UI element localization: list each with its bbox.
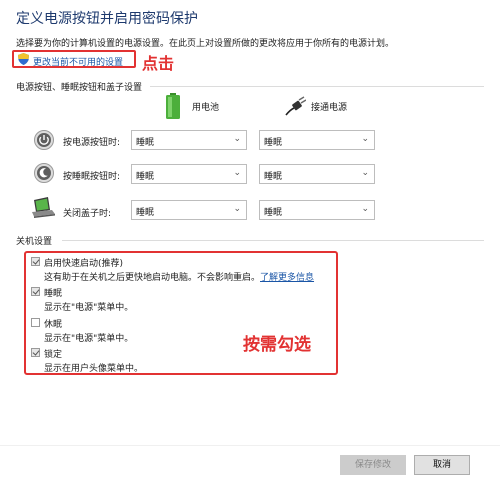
sleep-option-description: 显示在"电源"菜单中。 — [44, 303, 134, 313]
row-label: 按电源按钮时: — [63, 138, 121, 148]
page-description: 选择要为你的计算机设置的电源设置。在此页上对设置所做的更改将应用于你所有的电源计… — [16, 39, 395, 49]
chevron-down-icon: ⌄ — [233, 134, 241, 144]
lid-close-battery-select[interactable]: 睡眠 ⌄ — [131, 200, 247, 220]
chevron-down-icon: ⌄ — [233, 168, 241, 178]
row-label: 关闭盖子时: — [63, 209, 112, 219]
section-divider — [150, 86, 484, 87]
row-label: 按睡眠按钮时: — [63, 172, 121, 182]
power-button-plugged-select[interactable]: 睡眠 ⌄ — [259, 130, 375, 150]
learn-more-link[interactable]: 了解更多信息 — [260, 273, 314, 283]
fast-startup-description: 这有助于在关机之后更快地启动电脑。不会影响重启。了解更多信息 — [44, 273, 315, 283]
power-button-icon — [34, 130, 54, 150]
laptop-lid-icon — [32, 197, 55, 218]
annotation-click-text: 点击 — [142, 54, 175, 73]
sleep-checkbox[interactable] — [31, 287, 40, 296]
chevron-down-icon: ⌄ — [361, 204, 369, 214]
uac-shield-icon — [18, 53, 29, 65]
sleep-button-icon — [34, 163, 54, 183]
hibernate-option-description: 显示在"电源"菜单中。 — [44, 334, 134, 344]
save-changes-button[interactable]: 保存修改 — [340, 455, 406, 475]
footer-divider — [0, 445, 500, 446]
hibernate-checkbox[interactable] — [31, 318, 40, 327]
lock-option-description: 显示在用户头像菜单中。 — [44, 364, 144, 374]
annotation-choose-text: 按需勾选 — [243, 335, 311, 355]
power-button-battery-select[interactable]: 睡眠 ⌄ — [131, 130, 247, 150]
page-title: 定义电源按钮并启用密码保护 — [16, 11, 198, 27]
shutdown-section-label: 关机设置 — [16, 237, 53, 247]
sleep-button-battery-select[interactable]: 睡眠 ⌄ — [131, 164, 247, 184]
chevron-down-icon: ⌄ — [361, 168, 369, 178]
battery-icon — [166, 93, 180, 119]
cancel-button[interactable]: 取消 — [414, 455, 470, 475]
chevron-down-icon: ⌄ — [233, 204, 241, 214]
chevron-down-icon: ⌄ — [361, 134, 369, 144]
col-plugged-label: 接通电源 — [311, 103, 348, 113]
hibernate-option-label: 休眠 — [44, 320, 63, 330]
fast-startup-checkbox[interactable] — [31, 257, 40, 266]
section-divider — [62, 240, 484, 241]
power-section-label: 电源按钮、睡眠按钮和盖子设置 — [16, 83, 143, 93]
fast-startup-label: 启用快速启动(推荐) — [44, 259, 124, 269]
change-unavailable-settings-link[interactable]: 更改当前不可用的设置 — [33, 55, 123, 68]
lock-option-label: 锁定 — [44, 350, 63, 360]
lock-checkbox[interactable] — [31, 348, 40, 357]
sleep-button-plugged-select[interactable]: 睡眠 ⌄ — [259, 164, 375, 184]
plug-icon — [285, 96, 306, 116]
col-battery-label: 用电池 — [192, 103, 220, 113]
lid-close-plugged-select[interactable]: 睡眠 ⌄ — [259, 200, 375, 220]
sleep-option-label: 睡眠 — [44, 289, 63, 299]
